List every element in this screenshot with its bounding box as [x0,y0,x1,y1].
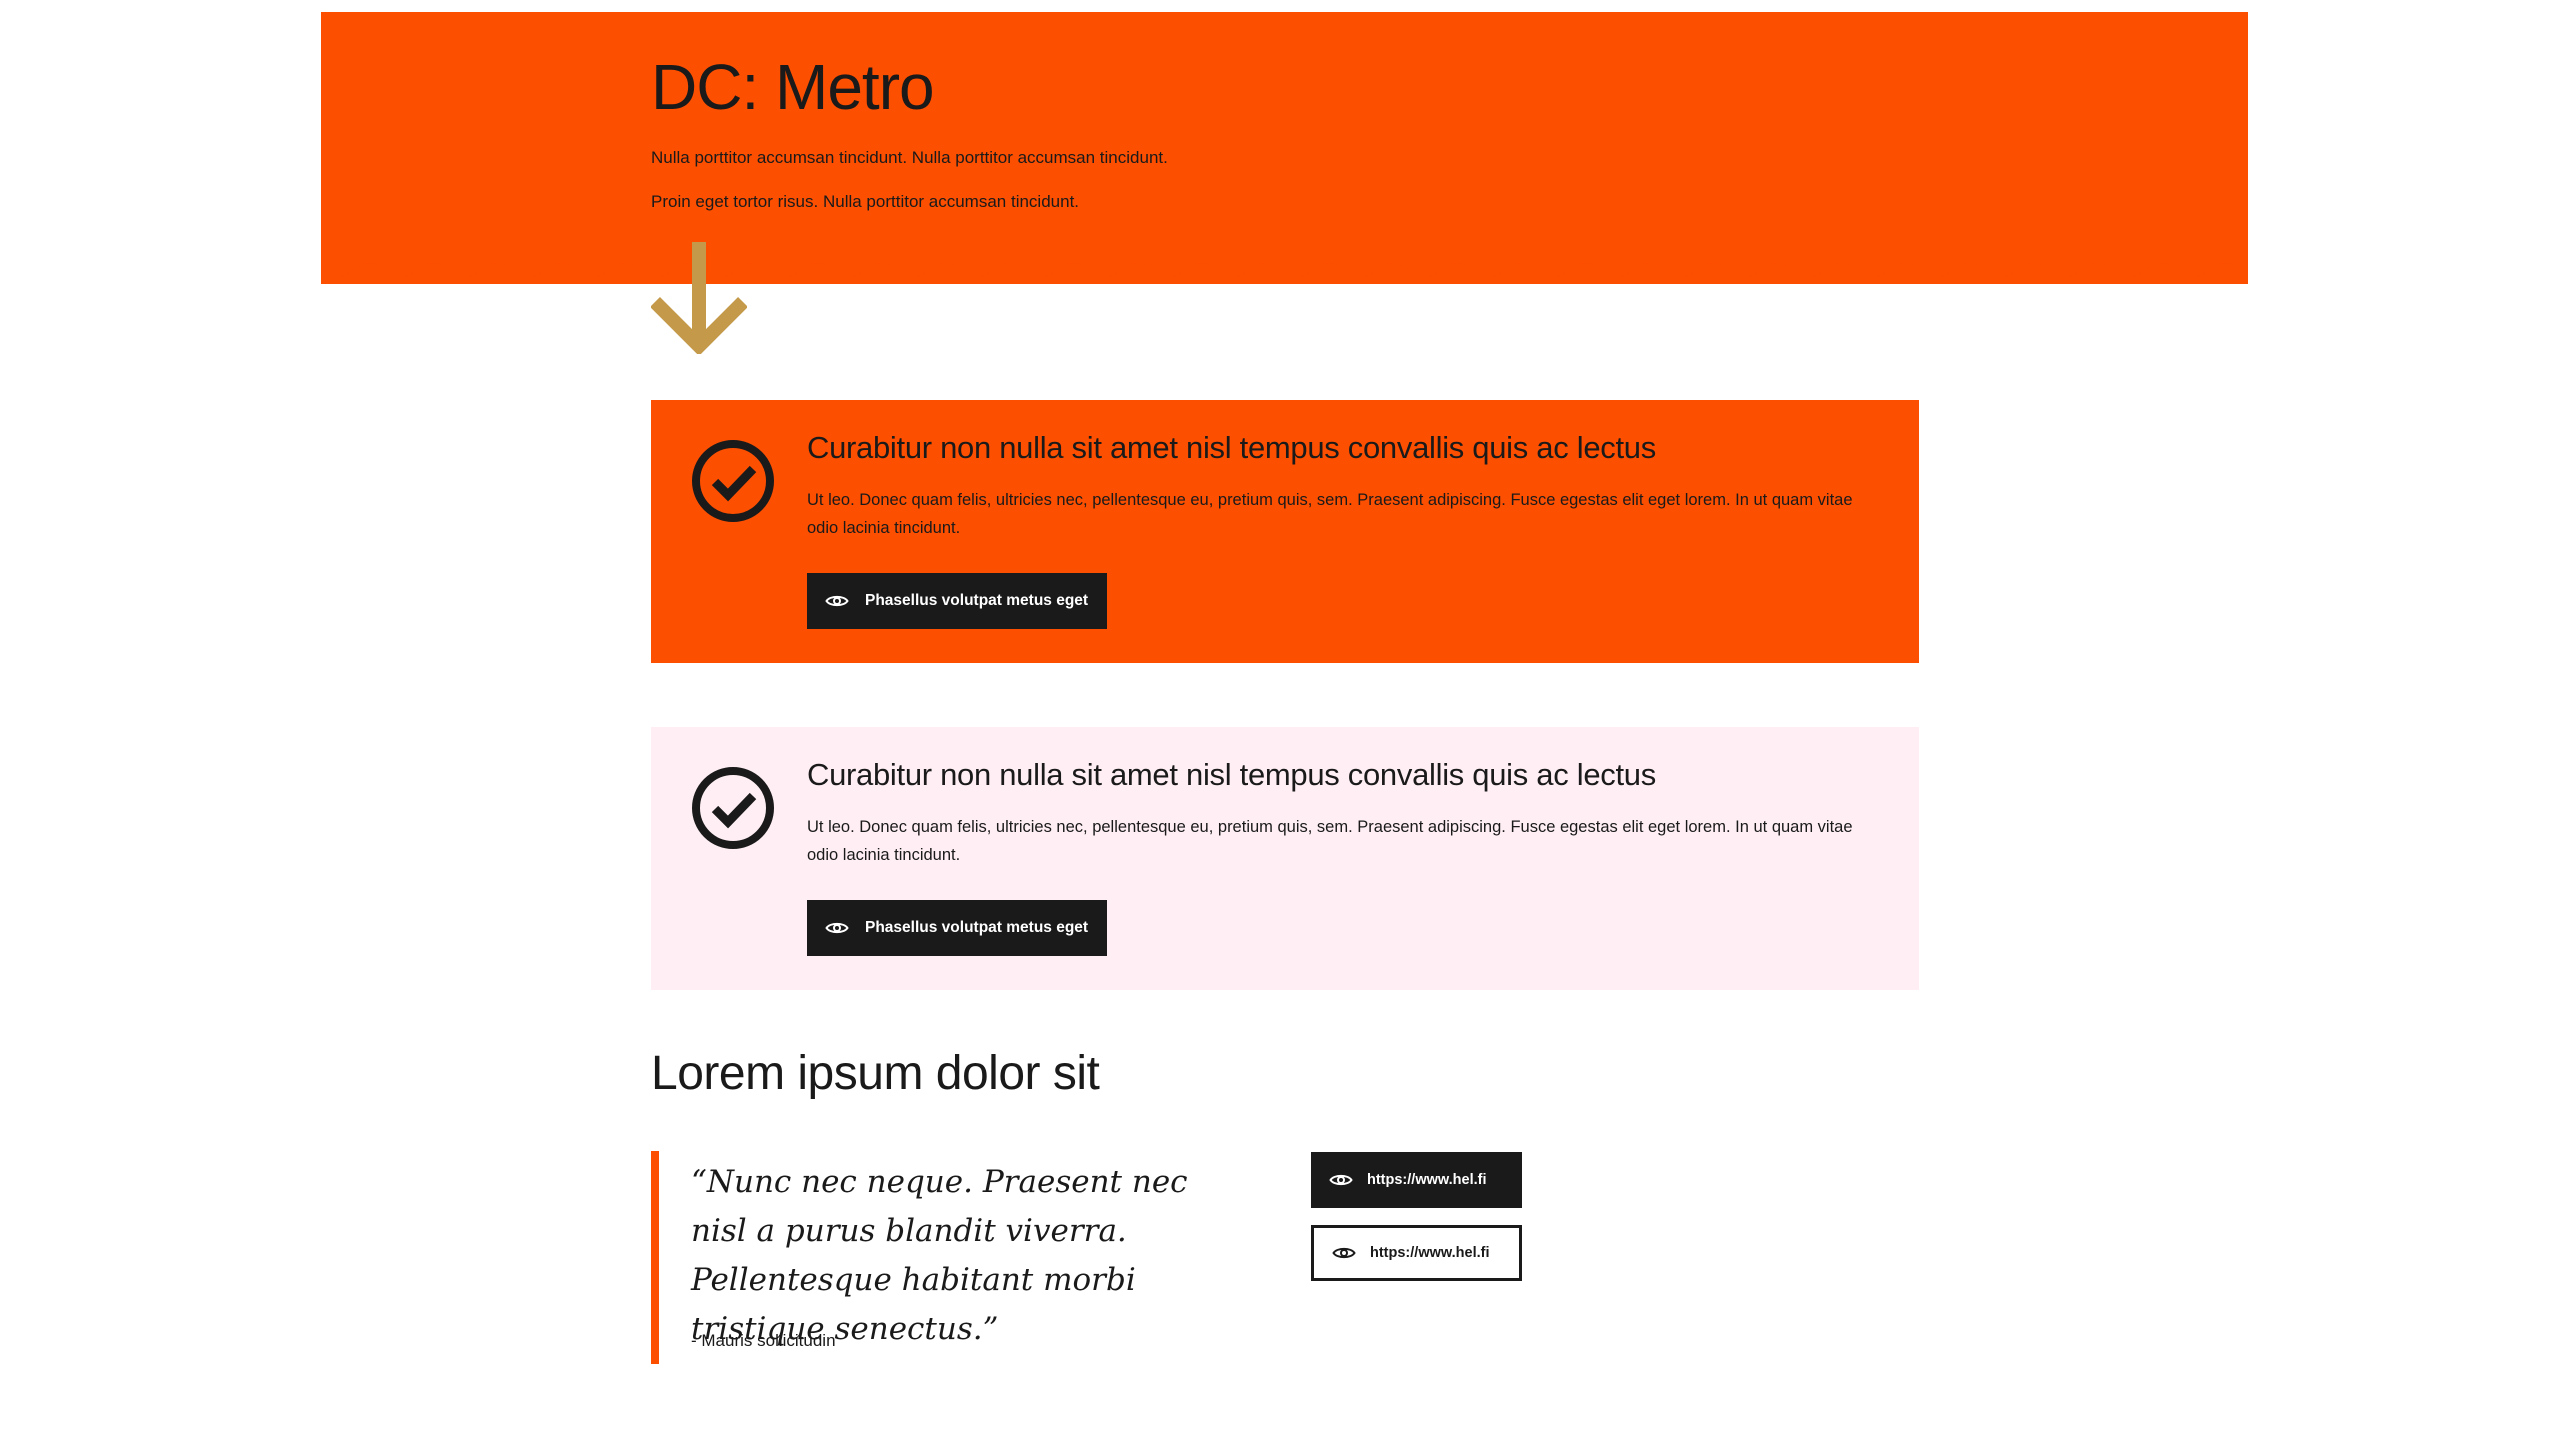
card-action-button[interactable]: Phasellus volutpat metus eget [807,900,1107,956]
link-button-outline[interactable]: https://www.hel.fi [1311,1225,1522,1281]
page-title: DC: Metro [651,51,935,123]
eye-icon [1332,1247,1356,1259]
card-body: Ut leo. Donec quam felis, ultricies nec,… [807,818,1853,864]
link-label: https://www.hel.fi [1370,1245,1490,1261]
hero-lead-text: Nulla porttitor accumsan tincidunt. Null… [651,148,1168,167]
quote-author: - Mauris sollicitudin [691,1331,836,1350]
check-circle-icon [692,440,774,522]
check-circle-icon [692,767,774,849]
link-label: https://www.hel.fi [1367,1172,1487,1188]
button-label: Phasellus volutpat metus eget [865,592,1089,609]
eye-icon [825,922,849,934]
eye-icon [825,595,849,607]
hero-banner: DC: Metro Nulla porttitor accumsan tinci… [321,12,2248,284]
link-button[interactable]: https://www.hel.fi [1311,1152,1522,1208]
quote-text: “Nunc nec neque. Praesent nec nisl a pur… [691,1164,1188,1347]
button-label: Phasellus volutpat metus eget [865,919,1089,936]
hero-secondary-text: Proin eget tortor risus. Nulla porttitor… [651,192,1080,211]
notification-card: Curabitur non nulla sit amet nisl tempus… [651,400,1919,663]
section-heading: Lorem ipsum dolor sit [651,1047,1100,1100]
wave-divider [321,262,2248,277]
quote-accent-bar [651,1151,659,1364]
card-action-button[interactable]: Phasellus volutpat metus eget [807,573,1107,629]
eye-icon [1329,1174,1353,1186]
notification-card: Curabitur non nulla sit amet nisl tempus… [651,727,1919,990]
card-title: Curabitur non nulla sit amet nisl tempus… [807,757,1656,792]
arrow-down-icon [651,242,747,354]
card-title: Curabitur non nulla sit amet nisl tempus… [807,430,1656,465]
card-body: Ut leo. Donec quam felis, ultricies nec,… [807,491,1853,537]
